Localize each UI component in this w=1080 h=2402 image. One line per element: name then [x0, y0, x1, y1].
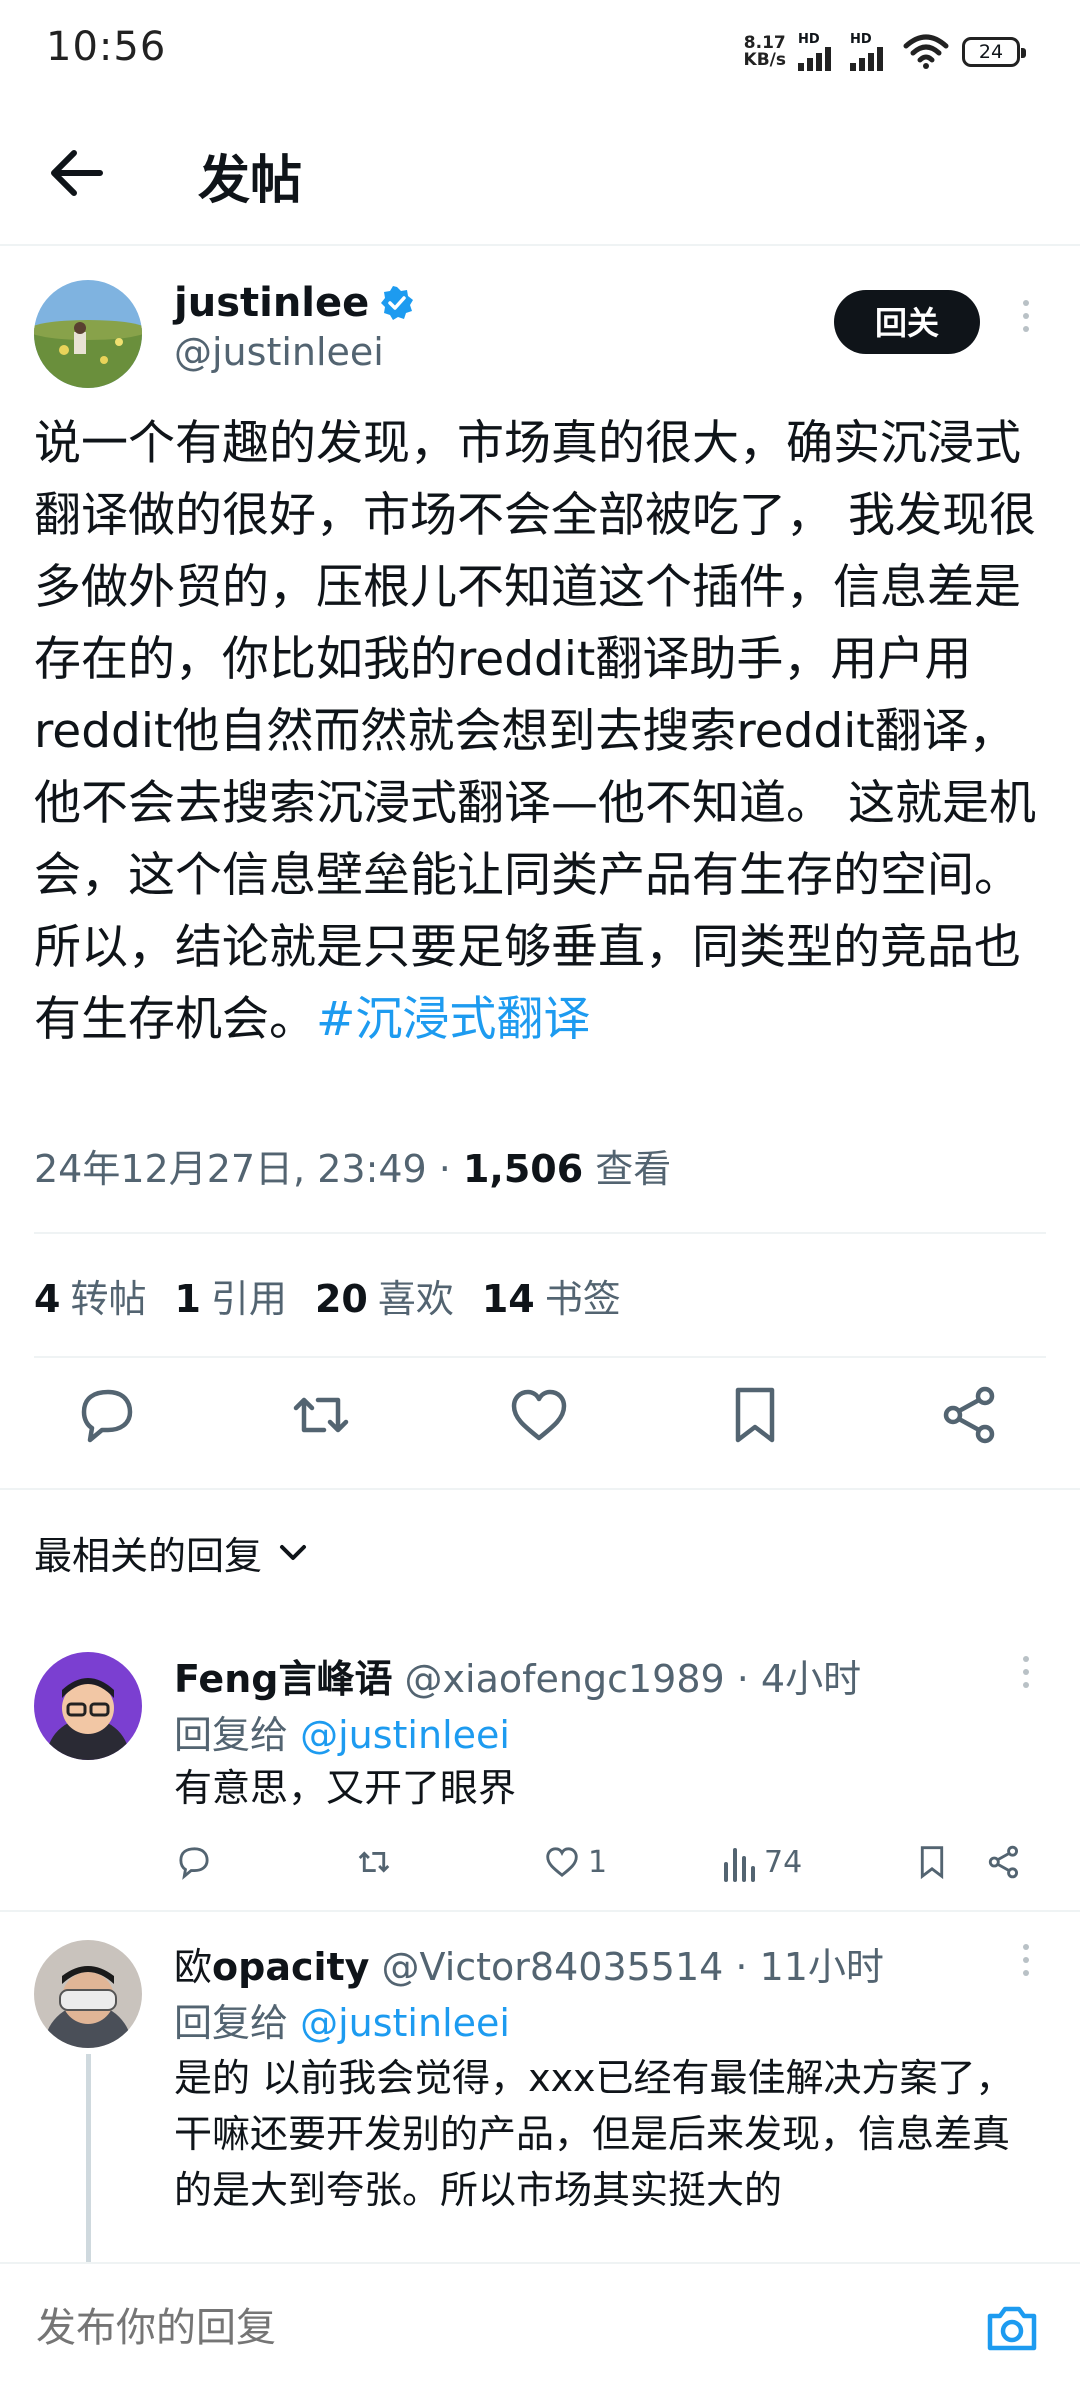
verified-badge-icon	[381, 286, 414, 320]
reply-icon	[179, 1847, 209, 1880]
header-divider	[0, 244, 1080, 246]
sort-label: 最相关的回复	[34, 1534, 263, 1578]
reply-to: 回复给 @justinleei	[174, 1713, 510, 1757]
chevron-down-icon	[280, 1544, 307, 1560]
status-time: 10:56	[46, 24, 167, 70]
reply-like-button[interactable]: 1	[542, 1840, 607, 1884]
post-body: 说一个有趣的发现，市场真的很大，确实沉浸式翻译做的很好，市场不会全部被吃了， 我…	[34, 408, 1054, 1056]
repost-icon	[358, 1851, 390, 1873]
reply-header: 欧opacity @Victor84035514 · 11小时	[174, 1936, 884, 1991]
reply-text: 是的 以前我会觉得，xxx已经有最佳解决方案了，干嘛还要开发别的产品，但是后来发…	[174, 2056, 1014, 2212]
hashtag-link[interactable]: #沉浸式翻译	[316, 992, 590, 1047]
reply-input[interactable]	[34, 2305, 838, 2352]
reply-like-count: 1	[588, 1844, 608, 1880]
signal-icon: HD	[798, 33, 838, 71]
reply-handle-time: @Victor84035514 · 11小时	[369, 1945, 884, 1989]
reposts-stat[interactable]: 4 转帖	[34, 1268, 146, 1323]
reply-more-icon[interactable]	[1016, 1944, 1036, 1976]
author-handle[interactable]: @justinleei	[174, 330, 384, 374]
signal-icon-2: HD	[850, 33, 890, 71]
reply-views[interactable]: 74	[722, 1840, 802, 1884]
reply-bookmark-button[interactable]	[912, 1840, 952, 1884]
post-text: 说一个有趣的发现，市场真的很大，确实沉浸式翻译做的很好，市场不会全部被吃了， 我…	[34, 416, 1036, 1047]
battery-icon: 24	[962, 37, 1026, 67]
views-count: 1,506	[462, 1147, 584, 1191]
share-icon[interactable]	[935, 1380, 1005, 1450]
author-avatar[interactable]	[34, 280, 142, 388]
like-icon	[546, 1847, 578, 1877]
reply-repost-button[interactable]	[354, 1840, 394, 1884]
reply-handle-time: @xiaofengc1989 · 4小时	[392, 1657, 862, 1701]
likes-stat[interactable]: 20 喜欢	[315, 1268, 454, 1323]
post-meta: 24年12月27日, 23:49 · 1,506 查看	[34, 1138, 671, 1193]
reply-header: Feng言峰语 @xiaofengc1989 · 4小时	[174, 1648, 861, 1703]
post-action-bar	[0, 1380, 1080, 1470]
share-icon	[988, 1845, 1018, 1879]
reply-more-icon[interactable]	[1016, 1656, 1036, 1688]
status-icons: 8.17 KB/s HD HD 24	[743, 24, 1026, 80]
views-chart-icon	[724, 1848, 755, 1882]
post-timestamp: 24年12月27日, 23:49 ·	[34, 1147, 463, 1191]
divider	[34, 1232, 1046, 1234]
page-title: 发帖	[198, 151, 303, 211]
thread-line	[86, 2054, 91, 2264]
follow-back-button[interactable]: 回关	[834, 290, 980, 354]
bookmark-icon	[920, 1846, 944, 1880]
reply-author-name[interactable]: opacity	[212, 1945, 369, 1989]
reply-share-button[interactable]	[984, 1840, 1024, 1884]
back-arrow-icon[interactable]	[42, 138, 112, 208]
reply-avatar[interactable]	[34, 1940, 142, 2048]
reply-author-name[interactable]: Feng言峰语	[174, 1657, 392, 1701]
divider	[0, 1910, 1080, 1912]
reply-sort-dropdown[interactable]: 最相关的回复	[34, 1525, 308, 1580]
reply-action-bar: 1 74	[174, 1840, 1034, 1890]
bookmark-icon[interactable]	[720, 1380, 790, 1450]
quotes-stat[interactable]: 1 引用	[174, 1268, 286, 1323]
bookmarks-stat[interactable]: 14 书签	[482, 1268, 621, 1323]
post-more-icon[interactable]	[1016, 300, 1036, 332]
reply-avatar[interactable]	[34, 1652, 142, 1760]
reply-to: 回复给 @justinleei	[174, 2001, 510, 2045]
views-label: 查看	[583, 1147, 672, 1191]
divider	[0, 1488, 1080, 1490]
reply-reply-button[interactable]	[174, 1840, 214, 1884]
post-stats: 4 转帖 1 引用 20 喜欢 14 书签	[34, 1268, 621, 1323]
reply-icon[interactable]	[72, 1380, 142, 1450]
reply-text: 有意思，又开了眼界	[174, 1766, 517, 1810]
divider	[34, 1356, 1046, 1358]
like-icon[interactable]	[504, 1380, 574, 1450]
author-name-text: justinlee	[174, 280, 370, 326]
wifi-icon	[903, 34, 949, 69]
reply-author-name-prefix[interactable]: 欧	[174, 1945, 212, 1989]
network-speed: 8.17 KB/s	[743, 33, 786, 70]
camera-icon[interactable]	[984, 2300, 1040, 2356]
repost-icon[interactable]	[286, 1380, 356, 1450]
reply-view-count: 74	[764, 1844, 803, 1880]
reply-to-handle[interactable]: @justinleei	[300, 1713, 510, 1757]
author-name[interactable]: justinlee	[174, 280, 415, 326]
reply-to-handle[interactable]: @justinleei	[300, 2001, 510, 2045]
